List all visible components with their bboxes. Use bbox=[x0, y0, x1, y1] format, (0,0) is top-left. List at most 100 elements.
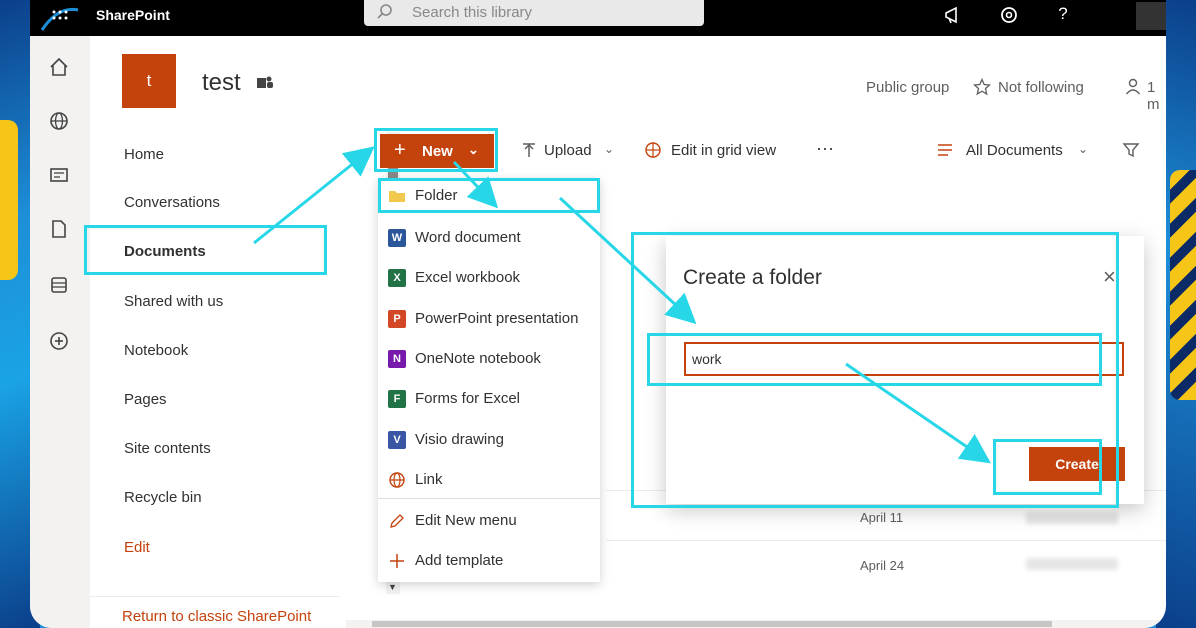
link-icon bbox=[389, 472, 405, 488]
edit-grid-view-button[interactable]: Edit in grid view bbox=[671, 142, 776, 159]
menu-item-word[interactable]: W Word document bbox=[378, 220, 600, 256]
site-privacy: Public group bbox=[866, 79, 950, 96]
news-icon[interactable] bbox=[48, 164, 70, 186]
document-library: + New ⌄ Upload ⌄ Edit in grid view ··· A… bbox=[346, 126, 1166, 628]
chevron-down-icon: ⌄ bbox=[468, 142, 479, 157]
globe-icon[interactable] bbox=[48, 110, 70, 132]
new-button-label: New bbox=[422, 143, 453, 160]
window-control[interactable] bbox=[1136, 2, 1166, 30]
dialog-title: Create a folder bbox=[683, 266, 822, 289]
menu-item-label: Folder bbox=[415, 187, 458, 204]
row-divider bbox=[606, 540, 1166, 541]
divider bbox=[90, 596, 340, 597]
create-folder-dialog: Create a folder × Create bbox=[666, 236, 1144, 504]
menu-item-onenote[interactable]: N OneNote notebook bbox=[378, 341, 600, 377]
menu-item-label: OneNote notebook bbox=[415, 350, 541, 367]
menu-item-label: Excel workbook bbox=[415, 269, 521, 286]
app-left-rail bbox=[30, 36, 90, 628]
close-icon[interactable]: × bbox=[1103, 264, 1116, 290]
menu-item-link[interactable]: Link bbox=[378, 462, 600, 498]
menu-item-label: Edit New menu bbox=[415, 512, 517, 529]
add-icon[interactable] bbox=[48, 330, 70, 352]
file-icon[interactable] bbox=[48, 218, 70, 240]
view-selector[interactable]: All Documents bbox=[966, 142, 1063, 159]
search-box[interactable]: Search this library bbox=[364, 0, 704, 26]
menu-item-label: Forms for Excel bbox=[415, 390, 521, 407]
background-stripe bbox=[1170, 170, 1196, 400]
quick-launch: Home Conversations Documents Shared with… bbox=[90, 126, 400, 628]
folder-name-input[interactable] bbox=[684, 342, 1124, 376]
menu-item-label: Link bbox=[415, 471, 443, 488]
chevron-down-icon[interactable]: ⌄ bbox=[604, 142, 614, 156]
site-logo[interactable]: t bbox=[122, 54, 176, 108]
excel-icon: X bbox=[388, 269, 406, 287]
visio-icon: V bbox=[388, 431, 406, 449]
return-to-classic-link[interactable]: Return to classic SharePoint bbox=[122, 608, 311, 625]
onenote-icon: N bbox=[388, 350, 406, 368]
waffle-icon[interactable] bbox=[40, 4, 80, 32]
menu-item-label: Add template bbox=[415, 552, 504, 569]
nav-documents[interactable]: Documents bbox=[124, 243, 206, 260]
menu-item-label: PowerPoint presentation bbox=[415, 310, 579, 327]
nav-edit-link[interactable]: Edit bbox=[124, 539, 150, 556]
teams-icon[interactable] bbox=[256, 75, 274, 91]
command-bar: + New ⌄ Upload ⌄ Edit in grid view ··· A… bbox=[346, 126, 1166, 176]
menu-divider bbox=[378, 498, 600, 499]
background-stripe bbox=[0, 120, 18, 280]
nav-notebook[interactable]: Notebook bbox=[124, 342, 188, 359]
scroll-thumb[interactable] bbox=[372, 621, 1052, 627]
grid-icon[interactable] bbox=[644, 141, 662, 159]
help-icon[interactable]: ? bbox=[1052, 4, 1074, 26]
person-icon[interactable] bbox=[1124, 77, 1142, 95]
menu-item-excel[interactable]: X Excel workbook bbox=[378, 260, 600, 296]
nav-site-contents[interactable]: Site contents bbox=[124, 440, 211, 457]
row-modified-by bbox=[1026, 558, 1118, 570]
filter-icon[interactable] bbox=[1122, 141, 1140, 159]
upload-icon[interactable] bbox=[520, 141, 538, 159]
star-icon[interactable] bbox=[973, 78, 991, 96]
app-name[interactable]: SharePoint bbox=[96, 7, 170, 23]
settings-icon[interactable] bbox=[998, 4, 1020, 26]
megaphone-icon[interactable] bbox=[942, 4, 964, 26]
nav-conversations[interactable]: Conversations bbox=[124, 194, 220, 211]
site-header: t test Public group Not following 1 m bbox=[90, 36, 1166, 126]
list-icon[interactable] bbox=[48, 274, 70, 296]
follow-button[interactable]: Not following bbox=[998, 79, 1084, 96]
member-count[interactable]: 1 m bbox=[1147, 79, 1166, 113]
view-options-icon[interactable] bbox=[936, 141, 954, 159]
plus-icon: + bbox=[394, 139, 406, 161]
suite-bar: SharePoint Search this library ? bbox=[30, 0, 1166, 36]
menu-item-add-template[interactable]: Add template bbox=[378, 543, 600, 579]
home-icon[interactable] bbox=[48, 56, 70, 78]
site-title[interactable]: test bbox=[202, 69, 241, 97]
menu-item-label: Visio drawing bbox=[415, 431, 504, 448]
menu-item-powerpoint[interactable]: P PowerPoint presentation bbox=[378, 301, 600, 337]
browser-window: SharePoint Search this library ? t test … bbox=[30, 0, 1166, 628]
menu-item-forms[interactable]: F Forms for Excel bbox=[378, 381, 600, 417]
horizontal-scrollbar[interactable] bbox=[346, 620, 1166, 628]
nav-recycle-bin[interactable]: Recycle bin bbox=[124, 489, 202, 506]
create-button[interactable]: Create bbox=[1029, 447, 1125, 481]
folder-icon bbox=[389, 191, 405, 202]
chevron-down-icon[interactable]: ⌄ bbox=[1078, 142, 1088, 156]
nav-pages[interactable]: Pages bbox=[124, 391, 167, 408]
row-modified-date: April 11 bbox=[860, 510, 904, 525]
menu-item-visio[interactable]: V Visio drawing bbox=[378, 422, 600, 458]
nav-home[interactable]: Home bbox=[124, 146, 164, 163]
upload-button[interactable]: Upload bbox=[544, 142, 592, 159]
menu-item-label: Word document bbox=[415, 229, 521, 246]
more-options-button[interactable]: ··· bbox=[816, 138, 834, 159]
word-icon: W bbox=[388, 229, 406, 247]
edit-icon bbox=[390, 514, 404, 528]
add-icon bbox=[390, 554, 404, 568]
search-placeholder[interactable]: Search this library bbox=[412, 4, 532, 21]
new-menu: Folder W Word document X Excel workbook … bbox=[378, 178, 600, 582]
powerpoint-icon: P bbox=[388, 310, 406, 328]
new-button[interactable]: + New ⌄ bbox=[380, 134, 494, 168]
forms-icon: F bbox=[388, 390, 406, 408]
search-icon bbox=[377, 4, 392, 19]
menu-item-edit-new-menu[interactable]: Edit New menu bbox=[378, 503, 600, 539]
row-modified-date: April 24 bbox=[860, 558, 905, 573]
menu-item-folder[interactable]: Folder bbox=[378, 178, 600, 214]
nav-shared-with-us[interactable]: Shared with us bbox=[124, 293, 223, 310]
